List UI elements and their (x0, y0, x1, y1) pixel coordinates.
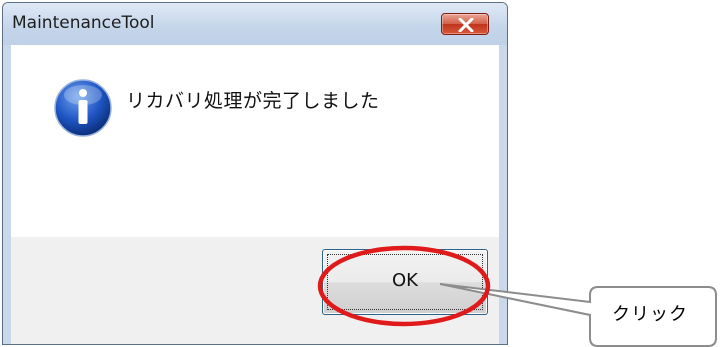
callout-label: クリック (612, 304, 688, 325)
annotation-layer (317, 245, 717, 347)
